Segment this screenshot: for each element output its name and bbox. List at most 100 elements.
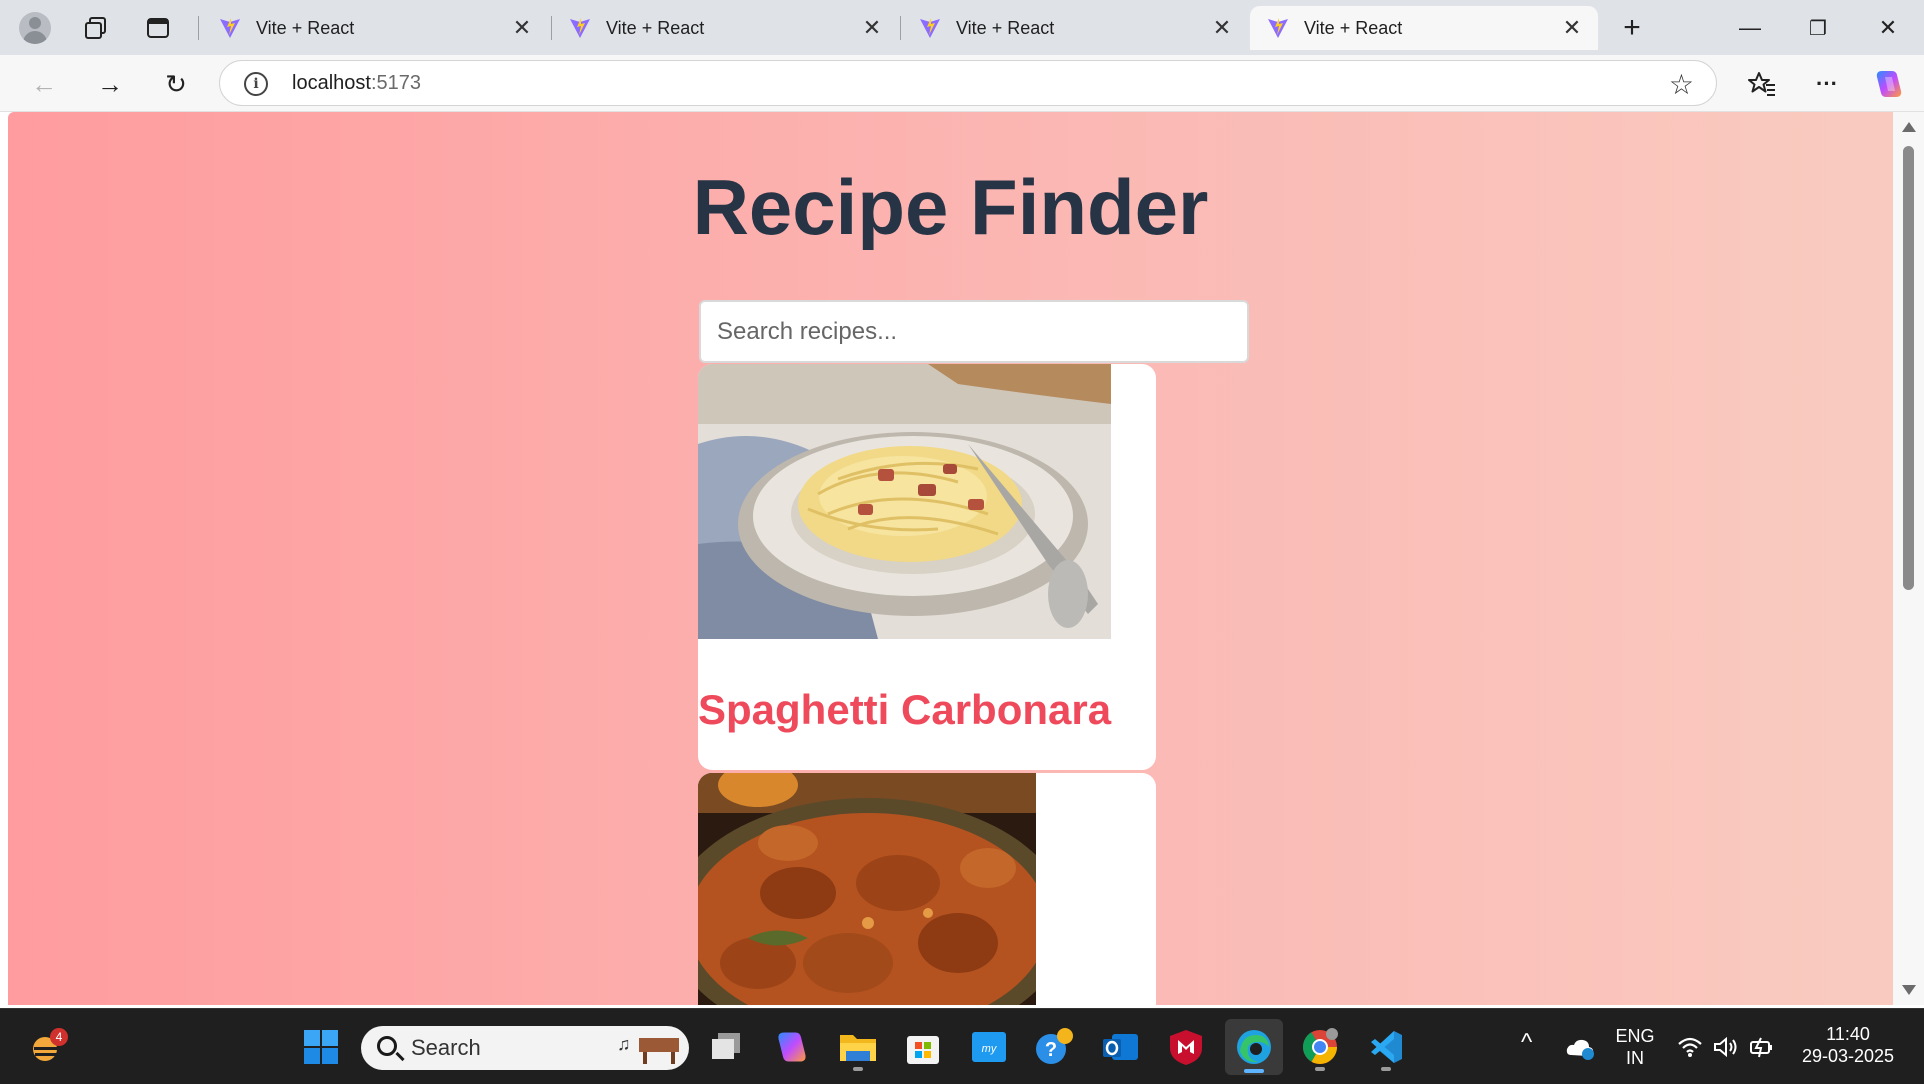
edge-icon: [1237, 1030, 1271, 1064]
recipe-image: [698, 364, 1111, 639]
start-button[interactable]: [295, 1021, 347, 1073]
vite-logo-icon: [570, 18, 590, 38]
url-host: localhost: [292, 72, 371, 94]
close-window-button[interactable]: ✕: [1856, 6, 1920, 50]
file-explorer-button[interactable]: [832, 1021, 884, 1073]
running-indicator: [1315, 1067, 1325, 1071]
edge-button[interactable]: [1225, 1019, 1283, 1075]
tab-4-active[interactable]: Vite + React ✕: [1250, 6, 1598, 50]
help-icon: ?: [1036, 1028, 1073, 1064]
microsoft-store-button[interactable]: [897, 1021, 949, 1073]
site-info-icon[interactable]: i: [244, 72, 268, 96]
myhp-button[interactable]: my: [963, 1021, 1015, 1073]
page-title: Recipe Finder: [692, 163, 1209, 251]
taskbar-search-label: Search: [411, 1035, 481, 1060]
tab-3[interactable]: Vite + React ✕: [902, 6, 1248, 50]
widgets-button[interactable]: 4: [22, 1021, 74, 1073]
page-scrollbar[interactable]: [1893, 112, 1924, 1005]
scroll-up-arrow-icon[interactable]: [1902, 122, 1916, 132]
recipe-image: [698, 773, 1036, 1005]
avatar: [19, 12, 51, 44]
search-highlight-icon: ♫: [617, 1034, 679, 1064]
restore-button[interactable]: ❐: [1786, 6, 1850, 50]
more-icon: ···: [1816, 71, 1838, 96]
tab-close-icon[interactable]: ✕: [1210, 15, 1234, 41]
back-button[interactable]: ←: [24, 64, 64, 104]
tab-title: Vite + React: [606, 17, 705, 38]
tab-1[interactable]: Vite + React ✕: [202, 6, 548, 50]
tab-title: Vite + React: [1304, 17, 1403, 38]
chrome-icon: [1303, 1028, 1338, 1064]
vertical-tabs-icon: [147, 18, 169, 38]
favorites-button[interactable]: [1742, 64, 1782, 104]
wifi-icon[interactable]: [1677, 1036, 1703, 1058]
back-arrow-icon: ←: [31, 68, 57, 99]
copilot-taskbar-button[interactable]: [766, 1021, 818, 1073]
tab-close-icon[interactable]: ✕: [510, 15, 534, 41]
tab-close-icon[interactable]: ✕: [860, 15, 884, 41]
copilot-icon: [1876, 71, 1902, 97]
tray-overflow-chevron-icon[interactable]: ^: [1521, 1029, 1532, 1057]
star-icon[interactable]: ☆: [1669, 68, 1694, 101]
myhp-icon: my: [972, 1032, 1006, 1062]
recipe-card[interactable]: Spaghetti Carbonara: [698, 364, 1156, 770]
favorites-icon: [1748, 72, 1775, 96]
taskbar-search-box[interactable]: Search ♫: [361, 1026, 689, 1070]
language-region: IN: [1626, 1048, 1644, 1068]
recipe-name: Spaghetti Carbonara: [698, 686, 1112, 733]
tab-separator: [198, 16, 199, 40]
tab-close-icon[interactable]: ✕: [1560, 15, 1584, 41]
address-bar[interactable]: i localhost:5173 ☆: [219, 60, 1717, 106]
store-icon: [907, 1036, 939, 1064]
workspaces-button[interactable]: [76, 8, 116, 48]
vite-logo-icon: [220, 18, 240, 38]
copilot-button[interactable]: [1869, 64, 1909, 104]
volume-icon[interactable]: [1713, 1036, 1739, 1058]
svg-text:?: ?: [1045, 1039, 1057, 1061]
mcafee-shield-icon: [1170, 1030, 1202, 1065]
scroll-thumb[interactable]: [1903, 146, 1914, 590]
tab-separator: [900, 16, 901, 40]
restore-icon: ❐: [1809, 17, 1827, 40]
chrome-button[interactable]: [1294, 1021, 1346, 1073]
onedrive-icon[interactable]: [1565, 1035, 1595, 1061]
profile-avatar-button[interactable]: [15, 8, 55, 48]
recipe-search-input[interactable]: [699, 300, 1249, 363]
workspaces-icon: [85, 17, 106, 39]
windows-logo-icon: [304, 1030, 338, 1064]
url-port: :5173: [370, 72, 421, 94]
recipe-card[interactable]: [698, 773, 1156, 1005]
scroll-down-arrow-icon[interactable]: [1902, 985, 1916, 995]
active-indicator: [1244, 1069, 1264, 1073]
running-indicator: [1381, 1067, 1391, 1071]
language-indicator[interactable]: ENG IN: [1614, 1025, 1656, 1069]
minimize-icon: —: [1739, 15, 1761, 40]
reload-button[interactable]: ↻: [156, 64, 196, 104]
vscode-button[interactable]: [1360, 1021, 1412, 1073]
tab-actions-button[interactable]: [138, 8, 178, 48]
outlook-button[interactable]: [1094, 1021, 1146, 1073]
tab-2[interactable]: Vite + React ✕: [552, 6, 898, 50]
task-view-button[interactable]: [700, 1021, 752, 1073]
windows-taskbar: 4 Search ♫ my ? ^ ENG IN 11:40 29-03-202…: [0, 1008, 1924, 1084]
tab-title: Vite + React: [256, 17, 355, 38]
forward-arrow-icon: →: [97, 68, 123, 99]
new-tab-button[interactable]: +: [1600, 6, 1664, 50]
url-text[interactable]: localhost:5173: [292, 72, 421, 95]
battery-charging-icon[interactable]: [1749, 1034, 1775, 1060]
minimize-button[interactable]: —: [1718, 6, 1782, 50]
svg-text:♫: ♫: [617, 1034, 631, 1054]
get-help-button[interactable]: ?: [1028, 1021, 1080, 1073]
outlook-icon: [1103, 1034, 1138, 1060]
clock[interactable]: 11:40 29-03-2025: [1792, 1023, 1904, 1067]
vite-logo-icon: [920, 18, 940, 38]
browser-titlebar: Vite + React ✕ Vite + React ✕ Vite + Rea…: [0, 0, 1924, 55]
mcafee-button[interactable]: [1160, 1021, 1212, 1073]
page-viewport: Recipe Finder Spagh: [8, 112, 1893, 1005]
vscode-icon: [1371, 1031, 1402, 1063]
more-button[interactable]: ···: [1807, 64, 1847, 104]
search-icon: [377, 1036, 397, 1056]
forward-button[interactable]: →: [90, 64, 130, 104]
browser-toolbar: ← → ↻ i localhost:5173 ☆ ···: [0, 55, 1924, 112]
clock-date: 29-03-2025: [1801, 1046, 1895, 1066]
